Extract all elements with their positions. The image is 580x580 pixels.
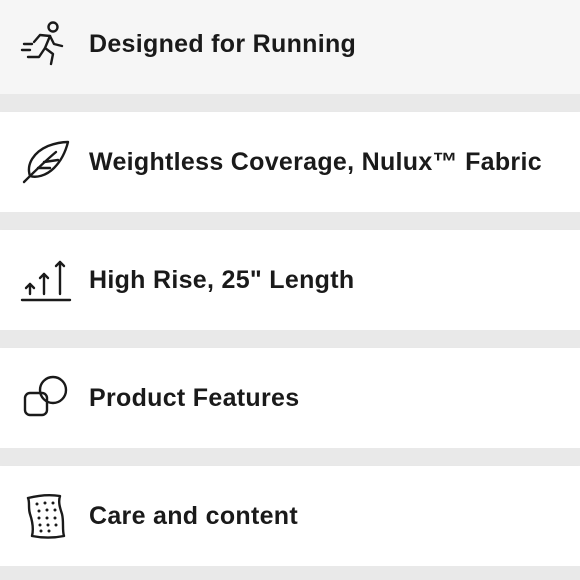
feature-row-weightless-coverage[interactable]: Weightless Coverage, Nulux™ Fabric	[0, 112, 580, 212]
product-feature-list: Designed for Running Weightless Coverage…	[0, 0, 580, 580]
row-divider	[0, 94, 580, 112]
feature-label: High Rise, 25" Length	[89, 265, 355, 294]
feature-label: Product Features	[89, 383, 300, 412]
feature-label: Weightless Coverage, Nulux™ Fabric	[89, 147, 542, 176]
overlapping-shapes-icon	[20, 372, 72, 424]
feature-label: Care and content	[89, 501, 298, 530]
feature-row-care-and-content[interactable]: Care and content	[0, 466, 580, 566]
row-divider	[0, 566, 580, 580]
feature-label: Designed for Running	[89, 29, 357, 58]
feature-row-designed-for-running[interactable]: Designed for Running	[0, 0, 580, 94]
feature-row-high-rise-length[interactable]: High Rise, 25" Length	[0, 230, 580, 330]
feather-icon	[20, 136, 72, 188]
row-divider	[0, 212, 580, 230]
fabric-swatch-icon	[20, 490, 72, 542]
rise-arrows-icon	[20, 254, 72, 306]
row-divider	[0, 330, 580, 348]
row-divider	[0, 448, 580, 466]
running-person-icon	[20, 18, 72, 70]
feature-row-product-features[interactable]: Product Features	[0, 348, 580, 448]
